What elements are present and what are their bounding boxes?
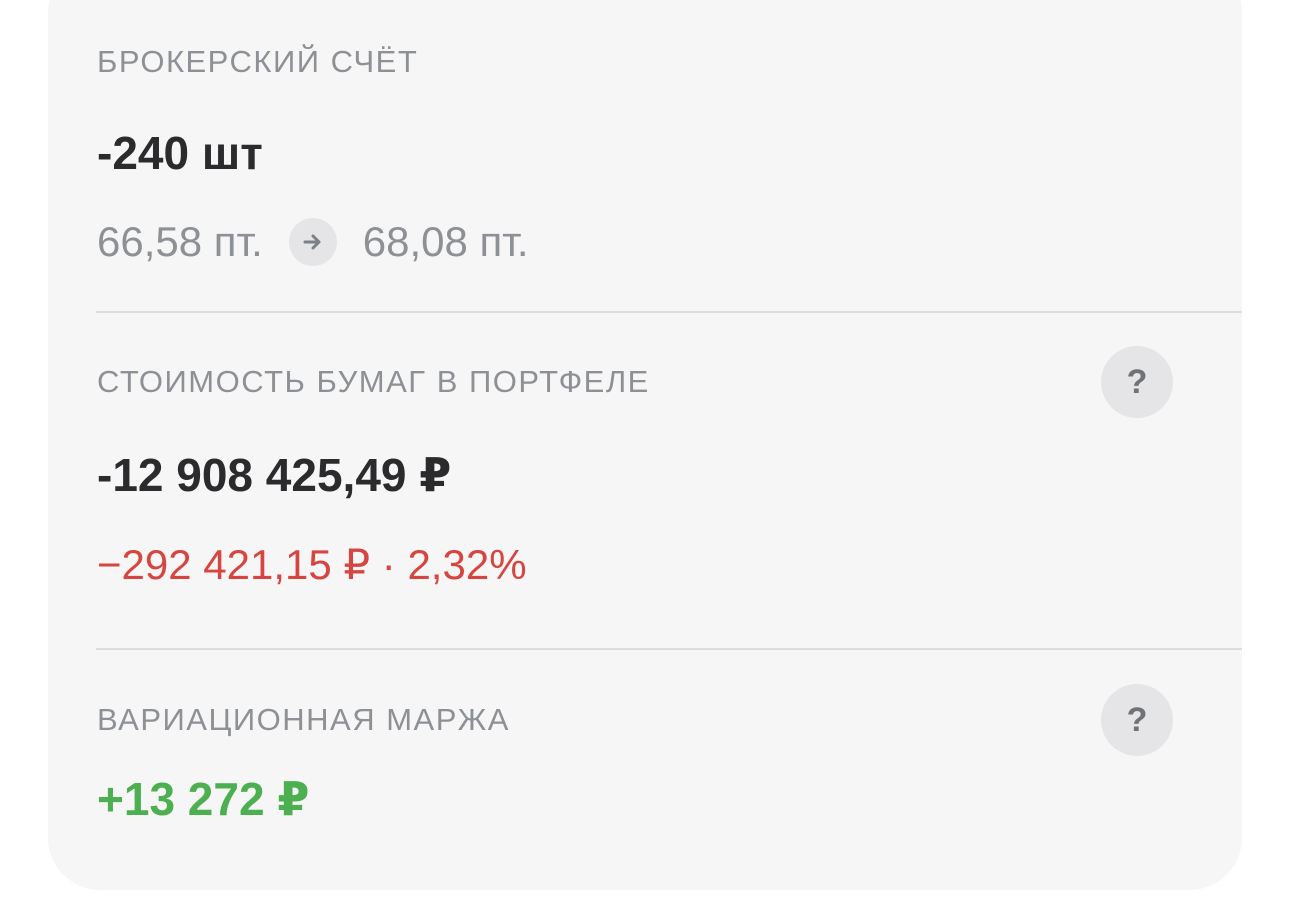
price-change-row: 66,58 пт. 68,08 пт. <box>97 214 529 270</box>
position-quantity: -240 шт <box>97 127 263 179</box>
margin-help-button[interactable]: ? <box>1101 684 1173 756</box>
section-divider <box>96 648 1242 650</box>
portfolio-value: -12 908 425,49 ₽ <box>97 449 452 501</box>
portfolio-value-label: Стоимость бумаг в портфеле <box>97 364 650 399</box>
variation-margin-label: Вариационная маржа <box>97 702 510 737</box>
question-icon: ? <box>1126 362 1148 401</box>
arrow-right-icon <box>288 218 337 266</box>
variation-margin-value: +13 272 ₽ <box>97 773 310 825</box>
price-to: 68,08 пт. <box>362 218 529 265</box>
broker-account-label: Брокерский счёт <box>97 44 419 79</box>
question-icon: ? <box>1126 700 1148 739</box>
price-from: 66,58 пт. <box>97 218 263 265</box>
section-divider <box>96 311 1242 313</box>
portfolio-help-button[interactable]: ? <box>1101 346 1173 418</box>
portfolio-change: −292 421,15 ₽ · 2,32% <box>97 541 527 588</box>
